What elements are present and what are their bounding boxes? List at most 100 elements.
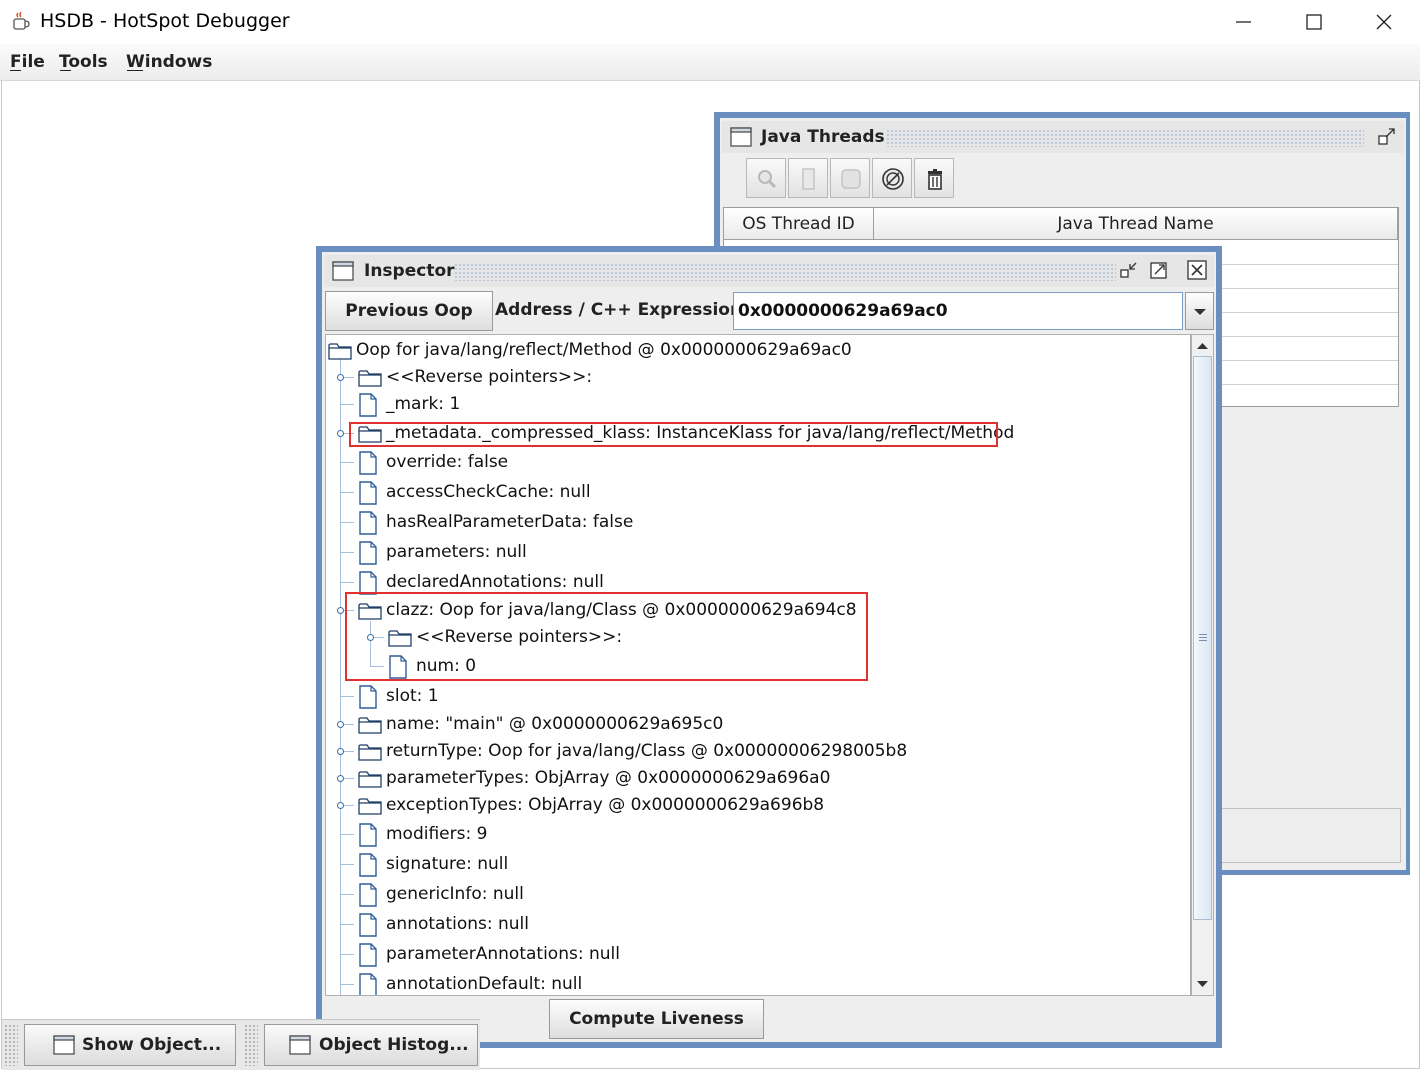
file-icon — [359, 393, 377, 417]
inspect-thread-button[interactable] — [746, 158, 786, 198]
tree-node-leaf[interactable]: annotations: null — [326, 911, 1186, 939]
scroll-up-icon[interactable] — [1193, 337, 1212, 355]
tree-connector — [340, 924, 354, 925]
scrollbar-thumb[interactable] — [1193, 356, 1212, 920]
frame-window-icon — [332, 261, 354, 281]
tree-node-label: annotations: null — [386, 914, 529, 934]
tree-node-folder[interactable]: <<Reverse pointers>>: — [326, 364, 1186, 392]
previous-oop-button[interactable]: Previous Oop — [325, 291, 493, 331]
expand-handle-icon[interactable] — [337, 721, 344, 728]
minimize-icon[interactable] — [1229, 8, 1259, 36]
expand-handle-icon[interactable] — [337, 374, 344, 381]
expand-handle-icon[interactable] — [337, 748, 344, 755]
tree-node-leaf[interactable]: hasRealParameterData: false — [326, 509, 1186, 537]
java-threads-title: Java Threads — [761, 127, 885, 147]
address-label: Address / C++ Expression: — [495, 300, 749, 320]
stack-trace-button[interactable] — [788, 158, 828, 198]
frame-window-icon — [289, 1035, 311, 1055]
tree-node-label: accessCheckCache: null — [386, 482, 591, 502]
tree-node-label: parameterAnnotations: null — [386, 944, 620, 964]
close-frame-icon[interactable] — [1186, 259, 1208, 281]
tree-node-leaf[interactable]: parameterAnnotations: null — [326, 941, 1186, 969]
tree-node-folder[interactable]: parameterTypes: ObjArray @ 0x0000000629a… — [326, 765, 1186, 793]
address-dropdown-button[interactable] — [1185, 292, 1214, 330]
tree-node-folder[interactable]: returnType: Oop for java/lang/Class @ 0x… — [326, 738, 1186, 766]
file-icon — [359, 451, 377, 475]
tree-node-folder[interactable]: Oop for java/lang/reflect/Method @ 0x000… — [326, 337, 1186, 365]
tree-node-leaf[interactable]: annotationDefault: null — [326, 971, 1186, 995]
menu-bar: File Tools Windows — [0, 44, 1420, 81]
tree-connector — [340, 834, 354, 835]
tree-node-label: declaredAnnotations: null — [386, 572, 604, 592]
tree-node-folder[interactable]: exceptionTypes: ObjArray @ 0x0000000629a… — [326, 792, 1186, 820]
tree-node-leaf[interactable]: genericInfo: null — [326, 881, 1186, 909]
tree-connector — [340, 696, 354, 697]
expand-handle-icon[interactable] — [337, 607, 344, 614]
chevron-down-icon — [1194, 309, 1206, 315]
tree-node-label: annotationDefault: null — [386, 974, 583, 994]
tree-connector — [340, 864, 354, 865]
delete-button[interactable] — [914, 158, 954, 198]
folder-icon — [358, 370, 382, 387]
window-title: HSDB - HotSpot Debugger — [40, 10, 290, 32]
column-java-thread-name[interactable]: Java Thread Name — [874, 208, 1398, 240]
file-icon — [359, 883, 377, 907]
menu-tools[interactable]: Tools — [59, 52, 108, 72]
tree-node-label: genericInfo: null — [386, 884, 524, 904]
scroll-down-icon[interactable] — [1193, 975, 1212, 993]
address-input[interactable] — [733, 292, 1183, 330]
tree-node-label: modifiers: 9 — [386, 824, 488, 844]
tree-node-label: <<Reverse pointers>>: — [386, 367, 593, 387]
tree-node-folder[interactable]: name: "main" @ 0x0000000629a695c0 — [326, 711, 1186, 739]
maximize-icon[interactable] — [1299, 8, 1329, 36]
restore-icon[interactable] — [1376, 126, 1398, 148]
tree-node-leaf[interactable]: parameters: null — [326, 539, 1186, 567]
frame-window-icon — [53, 1035, 75, 1055]
file-icon — [359, 823, 377, 847]
close-icon[interactable] — [1369, 8, 1399, 36]
file-icon — [359, 541, 377, 565]
expand-handle-icon[interactable] — [337, 775, 344, 782]
tree-connector — [340, 894, 354, 895]
thread-info-button[interactable] — [830, 158, 870, 198]
iconify-icon[interactable] — [1118, 259, 1140, 281]
tree-node-leaf[interactable]: modifiers: 9 — [326, 821, 1186, 849]
deadlock-icon — [882, 168, 904, 190]
tree-node-label: signature: null — [386, 854, 509, 874]
inspector-titlebar[interactable]: Inspector — [324, 255, 1214, 287]
mnemonic-underline — [10, 70, 21, 71]
inspector-title: Inspector — [364, 261, 455, 281]
tree-connector — [340, 582, 354, 583]
show-object-label: Show Object... — [82, 1035, 222, 1055]
tree-node-leaf[interactable]: override: false — [326, 449, 1186, 477]
column-os-thread-id[interactable]: OS Thread ID — [724, 208, 874, 240]
expand-handle-icon[interactable] — [337, 802, 344, 809]
tree-node-label: _mark: 1 — [386, 394, 461, 414]
tree-node-leaf[interactable]: _mark: 1 — [326, 391, 1186, 419]
tree-node-leaf[interactable]: signature: null — [326, 851, 1186, 879]
file-icon — [359, 973, 377, 995]
file-icon — [359, 853, 377, 877]
file-icon — [359, 943, 377, 967]
menu-file[interactable]: File — [10, 52, 45, 72]
stack-icon — [802, 168, 815, 190]
show-object-minimized-button[interactable]: Show Object... — [24, 1024, 236, 1066]
folder-icon — [358, 717, 382, 734]
tree-node-label: returnType: Oop for java/lang/Class @ 0x… — [386, 741, 908, 761]
find-deadlock-button[interactable] — [872, 158, 912, 198]
expand-handle-icon[interactable] — [337, 430, 344, 437]
tree-node-label: name: "main" @ 0x0000000629a695c0 — [386, 714, 724, 734]
title-bar: HSDB - HotSpot Debugger — [0, 0, 1420, 44]
mnemonic-underline — [127, 70, 143, 71]
tree-connector — [340, 492, 354, 493]
tree-node-label: Oop for java/lang/reflect/Method @ 0x000… — [356, 340, 852, 360]
file-icon — [359, 511, 377, 535]
tree-node-leaf[interactable]: slot: 1 — [326, 683, 1186, 711]
java-threads-titlebar[interactable]: Java Threads — [722, 121, 1404, 153]
object-histogram-label: Object Histog... — [319, 1035, 469, 1055]
compute-liveness-button[interactable]: Compute Liveness — [549, 999, 764, 1039]
object-histogram-minimized-button[interactable]: Object Histog... — [264, 1024, 478, 1066]
tree-node-leaf[interactable]: accessCheckCache: null — [326, 479, 1186, 507]
menu-windows[interactable]: Windows — [126, 52, 212, 72]
maximize-frame-icon[interactable] — [1148, 259, 1170, 281]
